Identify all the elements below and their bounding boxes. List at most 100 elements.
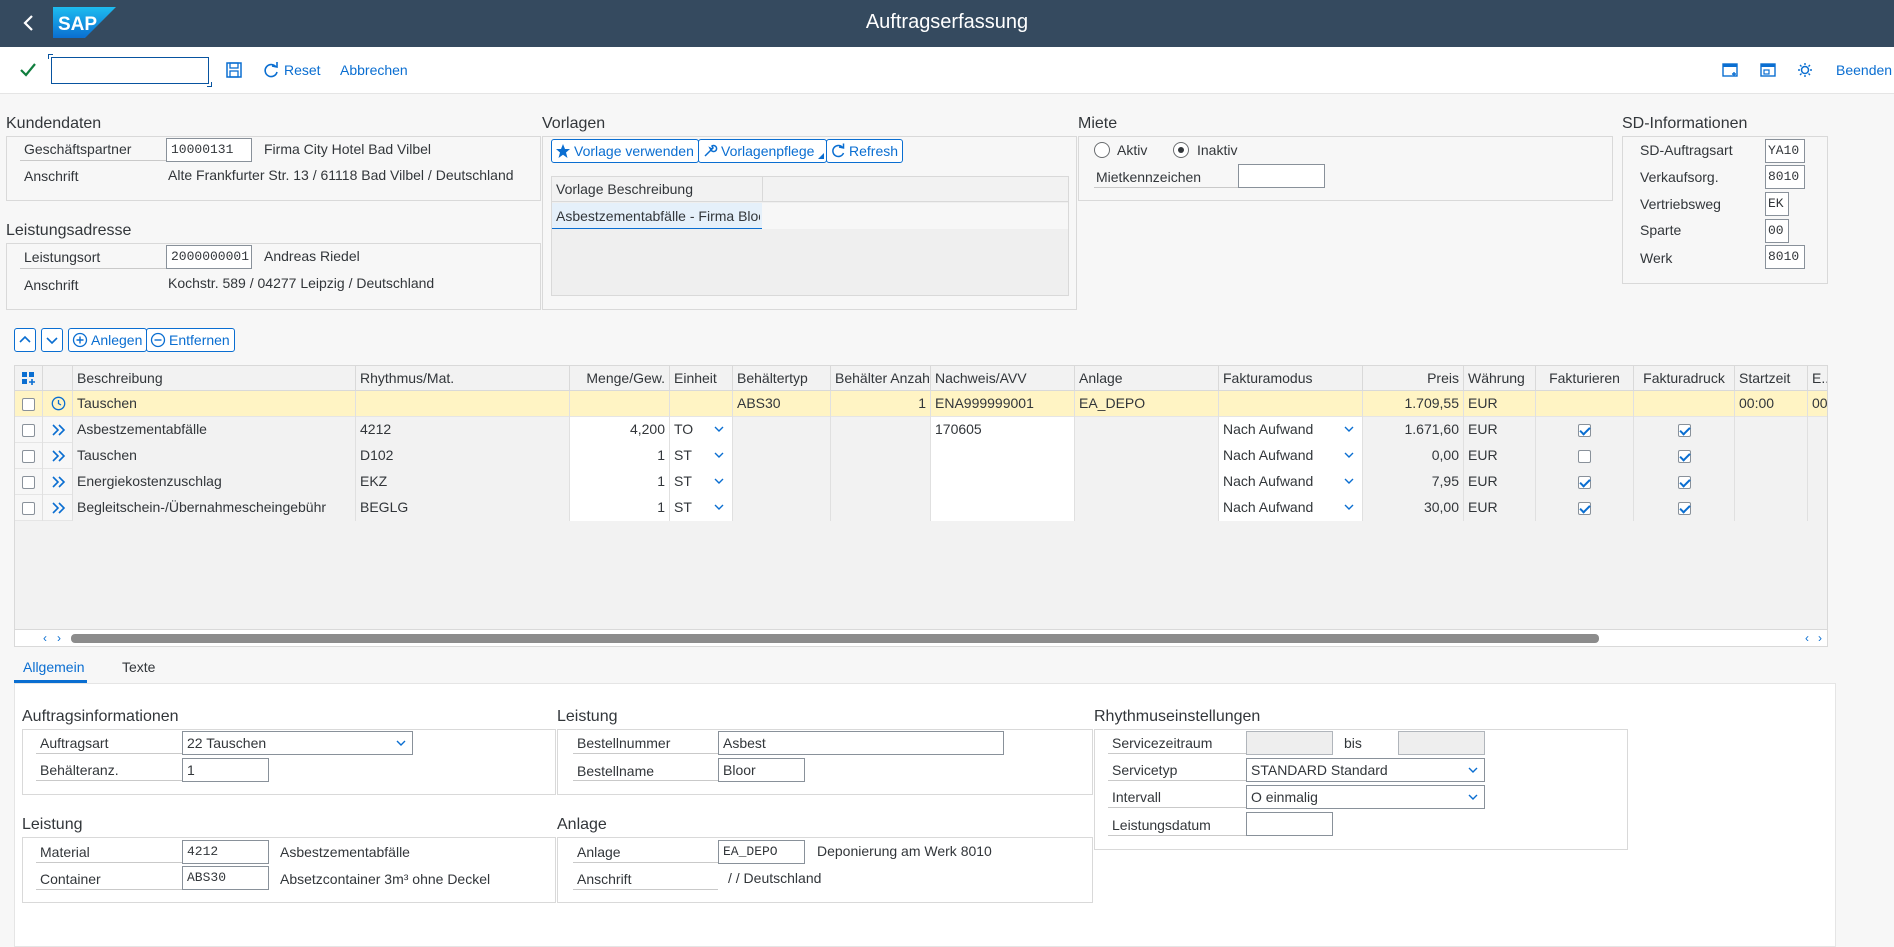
verkaufsorg-field[interactable]: 8010 bbox=[1765, 165, 1805, 189]
table-row[interactable]: Asbestzementabfälle 4212 4,200 TO 170605… bbox=[15, 417, 1827, 443]
chevron-down-icon[interactable] bbox=[396, 739, 406, 747]
use-template-button[interactable]: Vorlage verwenden bbox=[551, 139, 699, 163]
col-header-waehrung[interactable]: Währung bbox=[1464, 366, 1536, 391]
inaktiv-radio[interactable] bbox=[1173, 142, 1189, 158]
row-select-cell[interactable] bbox=[15, 443, 43, 469]
chevron-down-icon[interactable] bbox=[1344, 425, 1354, 433]
bestellname-field[interactable]: Bloor bbox=[718, 758, 805, 782]
col-header-anzahl[interactable]: Behälter Anzahl bbox=[831, 366, 931, 391]
table-row[interactable]: Tauschen D102 1 ST Nach Aufwand 0,00 EUR bbox=[15, 443, 1827, 469]
tab-allgemein[interactable]: Allgemein bbox=[23, 659, 84, 675]
col-header-more[interactable]: E... bbox=[1808, 366, 1827, 391]
table-row[interactable]: Begleitschein-/Übernahmescheingebühr BEG… bbox=[15, 495, 1827, 521]
werk-field[interactable]: 8010 bbox=[1765, 245, 1805, 269]
cell-nachweis[interactable] bbox=[931, 495, 1075, 521]
scroll-left-icon[interactable]: ‹ bbox=[43, 631, 47, 645]
servicetyp-dropdown[interactable]: STANDARD Standard bbox=[1246, 758, 1485, 782]
cell-nachweis[interactable] bbox=[931, 469, 1075, 495]
reset-icon[interactable] bbox=[262, 61, 280, 79]
vertriebsweg-field[interactable]: EK bbox=[1765, 192, 1789, 216]
material-field[interactable]: 4212 bbox=[182, 840, 269, 864]
row-select-checkbox[interactable] bbox=[22, 501, 35, 515]
col-header-menge[interactable]: Menge/Gew. bbox=[570, 366, 670, 391]
table-row[interactable]: Energiekostenzuschlag EKZ 1 ST Nach Aufw… bbox=[15, 469, 1827, 495]
row-select-cell[interactable] bbox=[15, 391, 43, 417]
fakturieren-checkbox[interactable] bbox=[1578, 475, 1591, 489]
row-select-checkbox[interactable] bbox=[22, 449, 35, 463]
cell-einheit[interactable]: ST bbox=[670, 495, 733, 521]
fakturadruck-checkbox[interactable] bbox=[1677, 475, 1691, 489]
cell-fakturamodus[interactable]: Nach Aufwand bbox=[1219, 495, 1363, 521]
cell-nachweis[interactable] bbox=[931, 443, 1075, 469]
mietkennzeichen-field[interactable] bbox=[1238, 164, 1325, 188]
cell-einheit[interactable]: ST bbox=[670, 469, 733, 495]
chevron-down-icon[interactable] bbox=[714, 451, 724, 459]
col-header-rhythmus[interactable]: Rhythmus/Mat. bbox=[356, 366, 570, 391]
chevron-down-icon[interactable] bbox=[1468, 766, 1478, 774]
scroll-page-right-icon[interactable]: › bbox=[1818, 631, 1822, 645]
move-up-button[interactable] bbox=[14, 328, 36, 352]
command-field[interactable] bbox=[48, 54, 212, 87]
chevron-down-icon[interactable] bbox=[714, 503, 724, 511]
col-header-fakturamodus[interactable]: Fakturamodus bbox=[1219, 366, 1363, 391]
partner-field[interactable]: 10000131 bbox=[166, 138, 252, 162]
checkmark-icon[interactable] bbox=[18, 60, 38, 80]
save-icon[interactable] bbox=[225, 61, 243, 79]
anlage-field[interactable]: EA_DEPO bbox=[718, 840, 805, 864]
row-select-checkbox[interactable] bbox=[22, 397, 35, 411]
cell-einheit[interactable]: TO bbox=[670, 417, 733, 443]
scroll-page-left-icon[interactable]: ‹ bbox=[1805, 631, 1809, 645]
chevron-down-icon[interactable] bbox=[1344, 477, 1354, 485]
chevron-down-icon[interactable] bbox=[1344, 451, 1354, 459]
behaelteranz-field[interactable]: 1 bbox=[182, 758, 269, 782]
cell-fakturamodus[interactable]: Nach Aufwand bbox=[1219, 469, 1363, 495]
container-field[interactable]: ABS30 bbox=[182, 866, 269, 890]
fakturadruck-checkbox[interactable] bbox=[1677, 501, 1691, 515]
row-select-checkbox[interactable] bbox=[22, 475, 35, 489]
tab-texte[interactable]: Texte bbox=[122, 659, 155, 675]
refresh-button[interactable]: Refresh bbox=[826, 139, 904, 163]
template-maintenance-button[interactable]: Vorlagenpflege bbox=[698, 139, 828, 163]
fakturieren-checkbox[interactable] bbox=[1578, 423, 1591, 437]
exit-button[interactable]: Beenden bbox=[1836, 62, 1892, 78]
chevron-down-icon[interactable] bbox=[714, 425, 724, 433]
grid-settings-cell[interactable] bbox=[15, 366, 43, 391]
reset-button[interactable]: Reset bbox=[284, 62, 321, 78]
col-header-startzeit[interactable]: Startzeit bbox=[1735, 366, 1808, 391]
chevron-down-icon[interactable] bbox=[1344, 503, 1354, 511]
col-header-beschreibung[interactable]: Beschreibung bbox=[73, 366, 356, 391]
cell-menge[interactable]: 1 bbox=[570, 495, 670, 521]
new-window-icon[interactable] bbox=[1721, 61, 1739, 79]
sparte-field[interactable]: 00 bbox=[1765, 219, 1789, 243]
scrollbar-thumb[interactable] bbox=[71, 634, 1599, 643]
horizontal-scrollbar[interactable]: ‹ › ‹ › bbox=[15, 629, 1827, 646]
cell-menge[interactable]: 4,200 bbox=[570, 417, 670, 443]
cell-nachweis[interactable]: 170605 bbox=[931, 417, 1075, 443]
chevron-down-icon[interactable] bbox=[1468, 793, 1478, 801]
fakturieren-checkbox[interactable] bbox=[1578, 501, 1591, 515]
col-header-nachweis[interactable]: Nachweis/AVV bbox=[931, 366, 1075, 391]
window-icon[interactable] bbox=[1759, 61, 1777, 79]
chevron-down-icon[interactable] bbox=[714, 477, 724, 485]
cell-menge[interactable]: 1 bbox=[570, 443, 670, 469]
sd-auftragsart-field[interactable]: YA10 bbox=[1765, 139, 1805, 163]
aktiv-radio[interactable] bbox=[1094, 142, 1110, 158]
row-select-cell[interactable] bbox=[15, 495, 43, 521]
bestellnummer-field[interactable]: Asbest bbox=[718, 731, 1004, 755]
row-select-checkbox[interactable] bbox=[22, 423, 35, 437]
fakturadruck-checkbox[interactable] bbox=[1677, 449, 1691, 463]
col-header-anlage[interactable]: Anlage bbox=[1075, 366, 1219, 391]
row-select-cell[interactable] bbox=[15, 417, 43, 443]
leistungsort-field[interactable]: 2000000001 bbox=[166, 245, 252, 269]
cell-fakturamodus[interactable]: Nach Aufwand bbox=[1219, 443, 1363, 469]
move-down-button[interactable] bbox=[41, 328, 63, 352]
settings-icon[interactable] bbox=[1797, 61, 1815, 79]
auftragsart-dropdown[interactable]: 22 Tauschen bbox=[182, 731, 413, 755]
scroll-right-icon[interactable]: › bbox=[57, 631, 61, 645]
col-header-fakturieren[interactable]: Fakturieren bbox=[1536, 366, 1634, 391]
table-row[interactable]: Tauschen ABS30 1 ENA999999001 EA_DEPO 1.… bbox=[15, 391, 1827, 417]
col-header-fakturadruck[interactable]: Fakturadruck bbox=[1634, 366, 1735, 391]
cell-fakturamodus[interactable]: Nach Aufwand bbox=[1219, 417, 1363, 443]
fakturieren-checkbox[interactable] bbox=[1578, 449, 1591, 463]
anlegen-button[interactable]: Anlegen bbox=[68, 328, 148, 352]
